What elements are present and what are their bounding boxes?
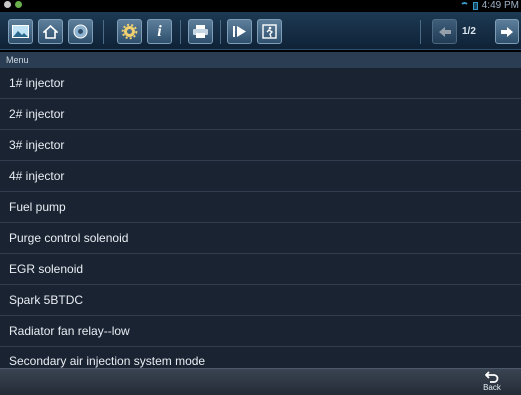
settings-icon [121,23,138,40]
menu-header: Menu [0,52,521,68]
notification-icon [4,1,11,8]
menu-list[interactable]: 1# injector 2# injector 3# injector 4# i… [0,68,521,368]
settings-button[interactable] [117,19,142,44]
battery-icon [472,1,478,10]
toolbar: i 1/2 [0,12,521,50]
list-item[interactable]: 1# injector [0,68,521,99]
list-item[interactable]: Secondary air injection system mode [0,347,521,368]
back-icon [485,371,499,383]
play-record-icon [233,26,246,37]
list-item[interactable]: Radiator fan relay--low [0,316,521,347]
back-button[interactable]: Back [478,371,506,395]
wifi-icon [459,2,469,9]
arrow-right-icon [501,26,513,37]
print-icon [193,25,208,38]
status-bar: 4:49 PM [0,0,521,12]
home-icon [43,24,58,39]
bottom-bar: Back [0,368,521,395]
page-indicator: 1/2 [462,26,476,37]
print-button[interactable] [188,19,213,44]
prev-page-button[interactable] [432,19,457,44]
info-icon: i [157,22,162,40]
toolbar-divider [220,20,221,44]
info-button[interactable]: i [147,19,172,44]
list-item[interactable]: Fuel pump [0,192,521,223]
play-record-button[interactable] [227,19,252,44]
toolbar-divider [420,20,421,44]
image-icon [12,25,29,38]
list-item[interactable]: EGR solenoid [0,254,521,285]
back-label: Back [483,383,501,392]
next-page-button[interactable] [495,19,519,44]
list-item[interactable]: 2# injector [0,99,521,130]
list-item[interactable]: 4# injector [0,161,521,192]
list-item[interactable]: Purge control solenoid [0,223,521,254]
exit-button[interactable] [257,19,282,44]
image-button[interactable] [8,19,33,44]
android-icon [15,1,22,8]
vehicle-button[interactable] [68,19,93,44]
list-item[interactable]: 3# injector [0,130,521,161]
list-item[interactable]: Spark 5BTDC [0,285,521,316]
exit-icon [262,24,277,39]
home-button[interactable] [38,19,63,44]
toolbar-divider [103,20,104,44]
arrow-left-icon [438,26,451,37]
toolbar-divider [180,20,181,44]
status-time: 4:49 PM [481,0,519,11]
vehicle-icon [73,24,88,39]
